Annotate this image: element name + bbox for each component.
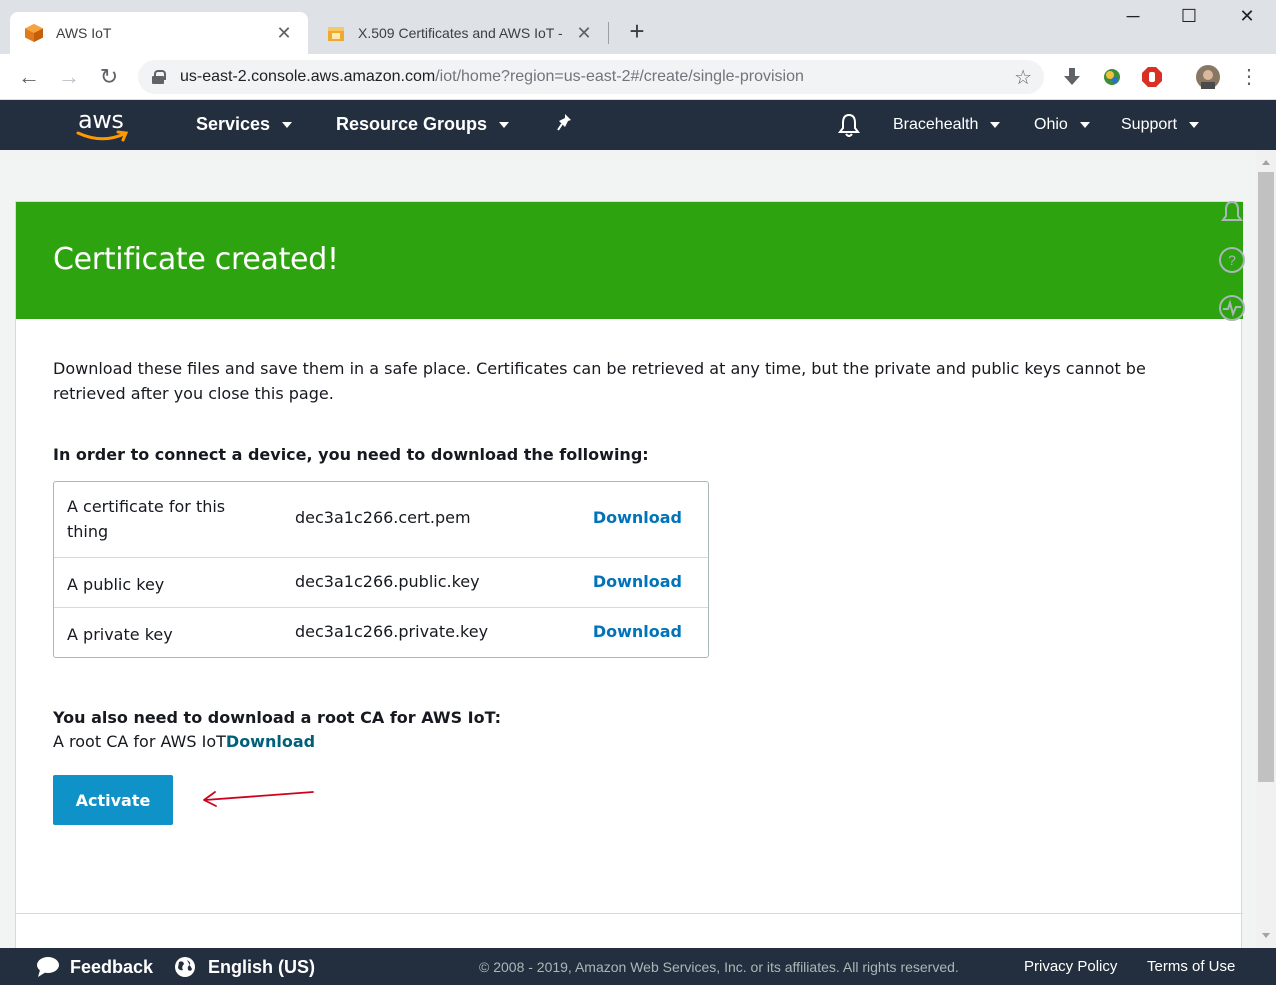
pin-icon[interactable]: [556, 112, 576, 134]
root-ca-heading: You also need to download a root CA for …: [53, 708, 502, 727]
close-icon[interactable]: ✕: [274, 23, 294, 44]
globe-icon: [175, 957, 195, 977]
aws-top-nav: aws Services Resource Groups Bracehealth…: [0, 100, 1276, 150]
file-name: dec3a1c266.private.key: [295, 622, 489, 641]
download-public-key-link[interactable]: Download: [593, 572, 682, 591]
scroll-up-icon[interactable]: [1262, 160, 1270, 165]
root-ca-label: A root CA for AWS IoT: [53, 732, 226, 751]
tab-title: AWS IoT: [56, 25, 112, 41]
scrollbar-thumb[interactable]: [1258, 172, 1274, 782]
copyright-text: © 2008 - 2019, Amazon Web Services, Inc.…: [479, 959, 959, 975]
chevron-down-icon: [282, 121, 293, 128]
help-icon[interactable]: ?: [1218, 246, 1246, 274]
notification-bell-icon[interactable]: [1218, 198, 1246, 226]
main-content: Certificate created! Download these file…: [0, 150, 1256, 961]
back-icon[interactable]: ←: [16, 64, 42, 90]
download-icon[interactable]: [1061, 66, 1083, 88]
minimize-icon[interactable]: ─: [1110, 6, 1156, 27]
root-ca-line: A root CA for AWS IoTDownload: [53, 732, 315, 751]
download-private-key-link[interactable]: Download: [593, 622, 682, 641]
chevron-down-icon: [499, 121, 510, 128]
lock-icon: [152, 70, 166, 84]
window-close-icon[interactable]: ✕: [1224, 6, 1270, 27]
language-selector[interactable]: English (US): [174, 956, 315, 978]
aws-smile-icon: [76, 130, 129, 142]
activity-icon[interactable]: [1218, 294, 1246, 322]
table-row: A private key dec3a1c266.private.key Dow…: [54, 607, 708, 657]
files-table: A certificate for this thing dec3a1c266.…: [53, 481, 709, 658]
aws-cube-icon: [24, 23, 44, 43]
support-menu[interactable]: Support: [1121, 116, 1200, 134]
file-name: dec3a1c266.public.key: [295, 572, 480, 591]
file-label: A public key: [67, 575, 165, 594]
scroll-down-icon[interactable]: [1262, 933, 1270, 938]
svg-text:?: ?: [1228, 252, 1236, 268]
files-heading: In order to connect a device, you need t…: [53, 445, 649, 464]
chevron-down-icon: [1189, 122, 1200, 128]
tab-title: X.509 Certificates and AWS IoT -: [358, 25, 563, 41]
table-row: A certificate for this thing dec3a1c266.…: [54, 482, 708, 557]
page-scrollbar[interactable]: [1256, 150, 1276, 948]
tab-aws-iot[interactable]: AWS IoT ✕: [10, 12, 308, 54]
chevron-down-icon: [1079, 122, 1090, 128]
address-bar[interactable]: us-east-2.console.aws.amazon.com/iot/hom…: [138, 60, 1044, 94]
success-banner: Certificate created!: [16, 202, 1243, 319]
url-text: us-east-2.console.aws.amazon.com/iot/hom…: [180, 68, 804, 85]
notifications-bell-icon[interactable]: [838, 112, 860, 138]
download-root-ca-link[interactable]: Download: [226, 732, 315, 751]
download-instructions: Download these files and save them in a …: [53, 359, 1146, 403]
account-menu[interactable]: Bracehealth: [893, 116, 1001, 134]
browser-toolbar: ← → ↻ us-east-2.console.aws.amazon.com/i…: [0, 54, 1276, 100]
chevron-down-icon: [990, 122, 1001, 128]
maximize-icon[interactable]: ☐: [1166, 6, 1212, 27]
privacy-policy-link[interactable]: Privacy Policy: [1024, 958, 1117, 975]
card-divider: [16, 913, 1243, 914]
speech-bubble-icon: [37, 957, 59, 977]
console-footer: Feedback English (US) © 2008 - 2019, Ama…: [0, 948, 1276, 985]
red-annotation-arrow: [203, 791, 314, 807]
close-icon[interactable]: ✕: [574, 23, 594, 44]
certificate-created-card: Certificate created! Download these file…: [15, 201, 1243, 961]
tab-x509-docs[interactable]: X.509 Certificates and AWS IoT - ✕: [312, 12, 608, 54]
forward-icon[interactable]: →: [56, 64, 82, 90]
feedback-button[interactable]: Feedback: [36, 956, 153, 978]
reload-icon[interactable]: ↻: [96, 64, 122, 90]
region-menu[interactable]: Ohio: [1034, 116, 1090, 134]
adblock-stop-icon[interactable]: [1141, 66, 1163, 88]
file-label: A certificate for this thing: [67, 497, 226, 541]
browser-menu-icon[interactable]: ⋮: [1236, 64, 1262, 90]
resource-groups-menu[interactable]: Resource Groups: [336, 114, 510, 135]
docs-box-icon: [326, 23, 346, 43]
download-certificate-link[interactable]: Download: [593, 508, 682, 527]
table-row: A public key dec3a1c266.public.key Downl…: [54, 557, 708, 607]
new-tab-icon[interactable]: +: [624, 18, 650, 44]
bookmark-star-icon[interactable]: ☆: [1014, 65, 1032, 90]
extension-globe-icon[interactable]: [1101, 66, 1123, 88]
browser-tab-strip: AWS IoT ✕ X.509 Certificates and AWS IoT…: [0, 0, 1276, 54]
tab-separator: [608, 22, 609, 44]
file-label: A private key: [67, 625, 173, 644]
page-title: Certificate created!: [53, 242, 339, 277]
activate-button[interactable]: Activate: [53, 775, 173, 825]
terms-of-use-link[interactable]: Terms of Use: [1147, 958, 1235, 975]
file-name: dec3a1c266.cert.pem: [295, 508, 471, 527]
aws-logo[interactable]: aws: [76, 106, 132, 144]
services-menu[interactable]: Services: [196, 114, 293, 135]
avatar[interactable]: [1196, 65, 1220, 89]
